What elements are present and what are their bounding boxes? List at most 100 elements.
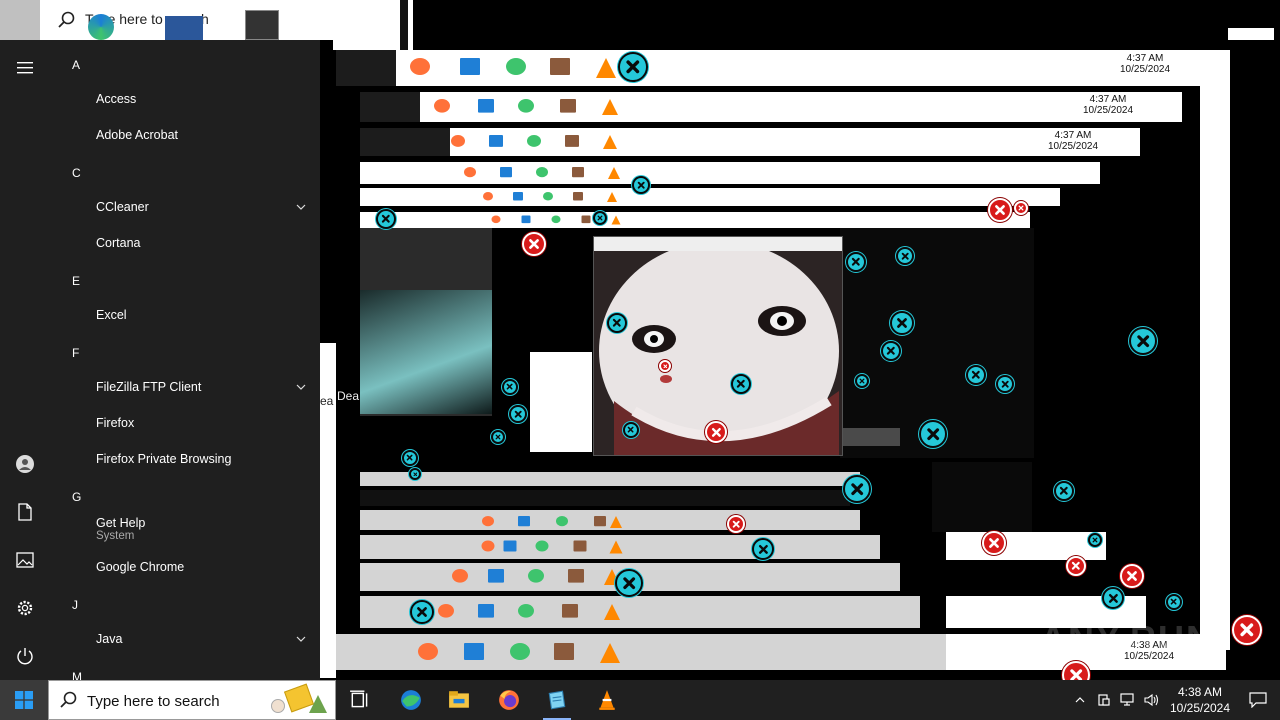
ghost-vlc-icon <box>603 135 617 149</box>
close-button[interactable] <box>919 420 947 448</box>
ghost-firefox-icon <box>410 58 430 75</box>
action-center-button[interactable] <box>1236 680 1280 720</box>
taskbar-firefox-button[interactable] <box>485 680 533 720</box>
section-letter-f[interactable]: F <box>72 346 79 360</box>
close-button[interactable] <box>402 450 418 466</box>
search-input[interactable] <box>87 690 257 712</box>
x-icon <box>995 205 1005 215</box>
x-icon <box>901 252 909 260</box>
close-button[interactable] <box>502 379 518 395</box>
close-button[interactable] <box>615 569 643 597</box>
error-close-button[interactable] <box>988 198 1012 222</box>
error-close-button[interactable] <box>727 515 745 533</box>
tray-volume-button[interactable] <box>1140 680 1164 720</box>
user-account-button[interactable] <box>0 444 50 484</box>
taskbar-file-explorer-button[interactable] <box>435 680 483 720</box>
settings-button[interactable] <box>0 588 50 628</box>
taskbar-search-box[interactable] <box>48 680 336 720</box>
start-button[interactable] <box>0 680 48 720</box>
error-close-button[interactable] <box>659 360 671 372</box>
ghost-file-explorer-icon <box>478 99 494 113</box>
tray-network-button[interactable] <box>1116 680 1140 720</box>
close-button[interactable] <box>846 252 866 272</box>
app-item-firefox[interactable]: Firefox <box>96 416 306 430</box>
close-button[interactable] <box>966 365 986 385</box>
close-button[interactable] <box>1054 481 1074 501</box>
error-close-button[interactable] <box>705 421 727 443</box>
chevron-down-icon[interactable] <box>296 200 306 214</box>
x-icon <box>732 520 740 528</box>
close-button[interactable] <box>843 475 871 503</box>
network-icon <box>1120 693 1134 706</box>
section-letter-j[interactable]: J <box>72 598 78 612</box>
section-letter-c[interactable]: C <box>72 166 81 180</box>
close-button[interactable] <box>618 52 648 82</box>
system-tray: 4:38 AM 10/25/2024 <box>1068 680 1280 720</box>
app-item-access[interactable]: Access <box>96 92 306 106</box>
close-button[interactable] <box>896 247 914 265</box>
error-close-button[interactable] <box>1120 564 1144 588</box>
close-button[interactable] <box>1088 533 1102 547</box>
close-button[interactable] <box>752 538 774 560</box>
word-icon <box>165 16 203 40</box>
taskbar-task-view-button[interactable] <box>336 680 384 720</box>
close-button[interactable] <box>593 211 607 225</box>
close-button[interactable] <box>881 341 901 361</box>
x-icon <box>382 215 390 223</box>
section-letter-e[interactable]: E <box>72 274 80 288</box>
app-item-ccleaner[interactable]: CCleaner <box>96 200 306 214</box>
close-button[interactable] <box>855 374 869 388</box>
ghost-firefox-icon <box>483 192 493 201</box>
taskbar-clock[interactable]: 4:38 AM 10/25/2024 <box>1164 684 1236 716</box>
error-close-button[interactable] <box>982 531 1006 555</box>
ghost-firefox-icon <box>434 99 450 113</box>
taskbar-vlc-button[interactable] <box>583 680 631 720</box>
x-icon <box>1092 537 1098 543</box>
window-titlebar[interactable] <box>594 237 842 251</box>
close-button[interactable] <box>623 422 639 438</box>
app-item-firefox-private-browsing[interactable]: Firefox Private Browsing <box>96 452 306 466</box>
chevron-down-icon[interactable] <box>296 380 306 394</box>
ghost-file-explorer-icon <box>500 167 512 178</box>
close-button[interactable] <box>1166 594 1182 610</box>
app-item-filezilla-ftp-client[interactable]: FileZilla FTP Client <box>96 380 306 394</box>
close-button[interactable] <box>509 405 527 423</box>
x-icon <box>1127 571 1137 581</box>
error-close-button[interactable] <box>1232 615 1262 645</box>
close-button[interactable] <box>607 313 627 333</box>
section-letter-g[interactable]: G <box>72 490 81 504</box>
close-button[interactable] <box>632 176 650 194</box>
chevron-down-icon[interactable] <box>296 632 306 646</box>
ghost-vlc-icon <box>600 643 620 663</box>
documents-button[interactable] <box>0 492 50 532</box>
close-button[interactable] <box>409 468 421 480</box>
tray-overflow-button[interactable] <box>1068 680 1092 720</box>
app-item-google-chrome[interactable]: Google Chrome <box>96 560 306 574</box>
section-letter-m[interactable]: M <box>72 670 82 680</box>
close-button[interactable] <box>376 209 396 229</box>
close-button[interactable] <box>996 375 1014 393</box>
ghost-firefox-icon <box>482 516 494 527</box>
app-item-java[interactable]: Java <box>96 632 306 646</box>
taskbar-notepad-button[interactable] <box>533 680 581 720</box>
app-item-excel[interactable]: Excel <box>96 308 306 322</box>
close-button[interactable] <box>1102 587 1124 609</box>
hamburger-menu-button[interactable] <box>0 48 50 88</box>
taskbar-edge-button[interactable] <box>387 680 435 720</box>
app-item-cortana[interactable]: Cortana <box>96 236 306 250</box>
tray-device-button[interactable] <box>1092 680 1116 720</box>
power-button[interactable] <box>0 636 50 676</box>
close-button[interactable] <box>410 600 434 624</box>
app-label: FileZilla FTP Client <box>96 380 202 394</box>
section-letter-a[interactable]: A <box>72 58 80 72</box>
close-button[interactable] <box>731 374 751 394</box>
close-button[interactable] <box>1129 327 1157 355</box>
error-close-button[interactable] <box>1066 556 1086 576</box>
close-button[interactable] <box>890 311 914 335</box>
error-close-button[interactable] <box>522 232 546 256</box>
close-button[interactable] <box>491 430 505 444</box>
app-item-get-help[interactable]: Get Help System <box>96 516 306 542</box>
pictures-button[interactable] <box>0 540 50 580</box>
app-item-adobe-acrobat[interactable]: Adobe Acrobat <box>96 128 306 142</box>
error-close-button[interactable] <box>1014 201 1028 215</box>
